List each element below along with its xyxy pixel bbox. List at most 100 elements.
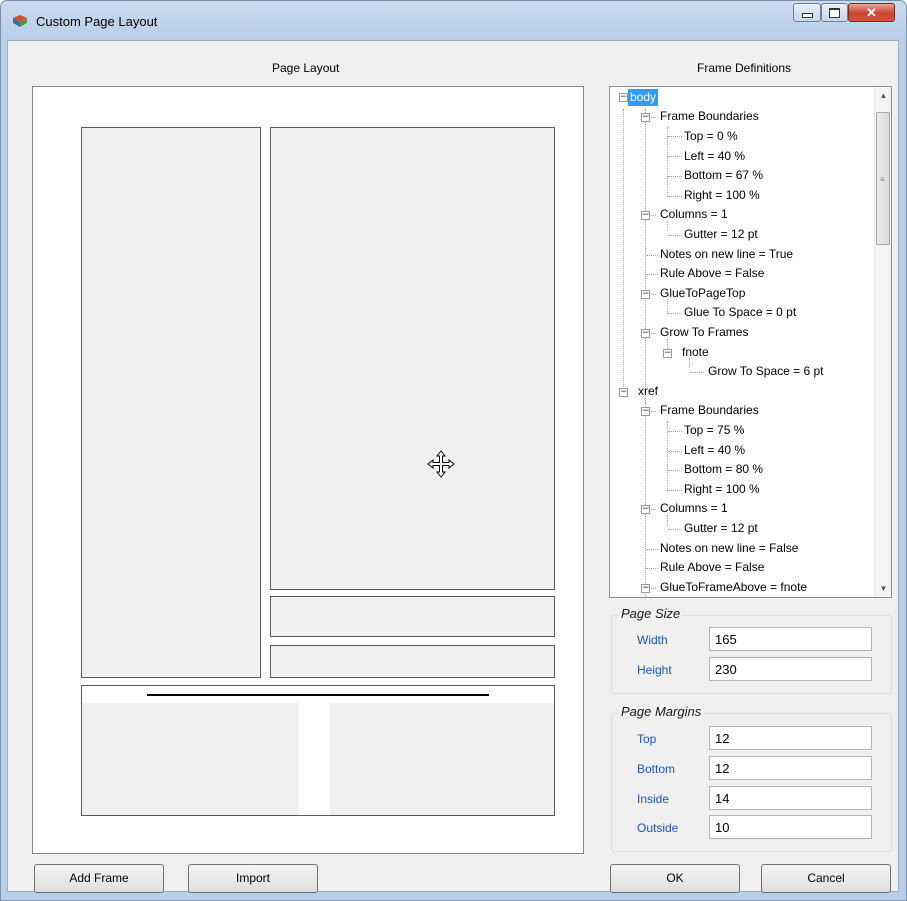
collapse-toggle-icon[interactable]: −: [641, 584, 650, 593]
frame-body[interactable]: [270, 127, 555, 590]
app-book-icon: [13, 15, 27, 27]
tree-connector: [668, 470, 682, 471]
tree-vertical-scrollbar[interactable]: ▲ ≡ ▼: [874, 87, 891, 597]
tree-node[interactable]: Bottom = 67 %: [684, 167, 763, 184]
height-label: Height: [637, 663, 672, 677]
tree-node[interactable]: fnote: [682, 344, 709, 361]
margin-inside-label: Inside: [637, 792, 670, 806]
tree-connector: [646, 549, 658, 550]
tree-connector: [667, 127, 668, 197]
tree-connector: [668, 529, 682, 530]
frame-xref[interactable]: [270, 645, 555, 678]
tree-node[interactable]: Grow To Space = 6 pt: [708, 363, 824, 380]
tree-connector: [668, 490, 682, 491]
tree-connector: [668, 196, 682, 197]
add-frame-button[interactable]: Add Frame: [34, 864, 164, 893]
tree-node[interactable]: Columns = 1: [660, 500, 728, 517]
collapse-toggle-icon[interactable]: −: [641, 113, 650, 122]
tree-node[interactable]: Rule Above = False: [660, 559, 764, 576]
collapse-toggle-icon[interactable]: −: [641, 290, 650, 299]
title-bar[interactable]: Custom Page Layout ✕: [1, 1, 906, 41]
tree-connector: [668, 235, 682, 236]
scrollbar-thumb[interactable]: ≡: [876, 112, 890, 245]
tree-node[interactable]: Frame Boundaries: [660, 108, 759, 125]
close-button[interactable]: ✕: [848, 3, 895, 22]
collapse-toggle-icon[interactable]: −: [641, 211, 650, 220]
collapse-toggle-icon[interactable]: −: [619, 388, 628, 397]
frame-bottom-right-column[interactable]: [330, 703, 554, 815]
tree-connector: [646, 255, 658, 256]
page-margins-title: Page Margins: [619, 704, 704, 719]
tree-node[interactable]: Grow To Frames: [660, 324, 748, 341]
tree-connector: [668, 136, 682, 137]
page-layout-heading: Page Layout: [272, 61, 340, 75]
tree-connector: [668, 313, 682, 314]
tree-node[interactable]: Left = 40 %: [684, 442, 745, 459]
collapse-toggle-icon[interactable]: −: [641, 329, 650, 338]
grip-icon: ≡: [880, 175, 885, 184]
tree-node[interactable]: Frame Boundaries: [660, 402, 759, 419]
move-cursor-icon: [427, 450, 455, 478]
maximize-icon: [829, 7, 840, 18]
tree-node[interactable]: Rule Above = False: [660, 265, 764, 282]
tree-connector: [646, 568, 658, 569]
tree-node[interactable]: Notes on new line = False: [660, 540, 798, 557]
margin-inside-field[interactable]: 14: [709, 786, 872, 810]
tree-connector: [646, 274, 658, 275]
tree-content: − − − − − − − − − − body Frame Boundarie…: [610, 87, 874, 597]
margin-bottom-label: Bottom: [637, 762, 676, 776]
tree-connector: [668, 176, 682, 177]
margin-top-field[interactable]: 12: [709, 726, 872, 750]
tree-node[interactable]: Bottom = 80 %: [684, 461, 763, 478]
tree-node[interactable]: GlueToFrameAbove = fnote: [660, 579, 807, 596]
margin-outside-label: Outside: [637, 821, 679, 835]
margin-top-label: Top: [637, 732, 657, 746]
margin-bottom-field[interactable]: 12: [709, 756, 872, 780]
tree-node[interactable]: Right = 100 %: [684, 481, 760, 498]
tree-node-xref[interactable]: xref: [638, 383, 658, 400]
tree-node[interactable]: Columns = 1: [660, 206, 728, 223]
tree-node[interactable]: Top = 0 %: [684, 128, 738, 145]
scroll-up-arrow-icon[interactable]: ▲: [875, 87, 891, 104]
tree-node[interactable]: Notes on new line = True: [660, 246, 793, 263]
import-button[interactable]: Import: [188, 864, 318, 893]
collapse-toggle-icon[interactable]: −: [619, 93, 628, 102]
tree-node[interactable]: Glue To Space = 0 pt: [684, 304, 796, 321]
tree-node[interactable]: Gutter = 12 pt: [684, 226, 758, 243]
tree-connector: [690, 372, 704, 373]
window-title: Custom Page Layout: [36, 14, 158, 29]
minimize-button[interactable]: [793, 3, 821, 22]
cancel-button[interactable]: Cancel: [761, 864, 891, 893]
margin-outside-field[interactable]: 10: [709, 815, 872, 839]
maximize-button[interactable]: [821, 3, 848, 22]
tree-connector: [668, 431, 682, 432]
width-label: Width: [637, 633, 668, 647]
ok-button[interactable]: OK: [610, 864, 740, 893]
collapse-toggle-icon[interactable]: −: [641, 505, 650, 514]
tree-node[interactable]: Right = 100 %: [684, 187, 760, 204]
minimize-icon: [801, 13, 813, 18]
page-size-title: Page Size: [619, 606, 683, 621]
frame-bottom[interactable]: [81, 685, 555, 816]
width-field[interactable]: 165: [709, 627, 872, 651]
frame-definitions-tree[interactable]: − − − − − − − − − − body Frame Boundarie…: [609, 86, 892, 598]
frame-definitions-heading: Frame Definitions: [697, 61, 792, 75]
tree-connector: [668, 156, 682, 157]
frame-fnote[interactable]: [270, 596, 555, 637]
scroll-down-arrow-icon[interactable]: ▼: [875, 580, 891, 597]
tree-node[interactable]: Left = 40 %: [684, 148, 745, 165]
tree-connector: [668, 451, 682, 452]
close-icon: ✕: [866, 4, 877, 20]
tree-node[interactable]: Top = 75 %: [684, 422, 744, 439]
frame-bottom-left-column[interactable]: [82, 703, 299, 815]
height-field[interactable]: 230: [709, 657, 872, 681]
frame-left-column[interactable]: [81, 127, 261, 678]
page-layout-canvas[interactable]: [32, 86, 584, 854]
rule-above-line: [147, 694, 489, 696]
tree-node[interactable]: GlueToPageTop: [660, 285, 745, 302]
collapse-toggle-icon[interactable]: −: [663, 349, 672, 358]
tree-connector: [623, 109, 624, 389]
collapse-toggle-icon[interactable]: −: [641, 407, 650, 416]
tree-node-body[interactable]: body: [628, 89, 659, 106]
tree-node[interactable]: Gutter = 12 pt: [684, 520, 758, 537]
